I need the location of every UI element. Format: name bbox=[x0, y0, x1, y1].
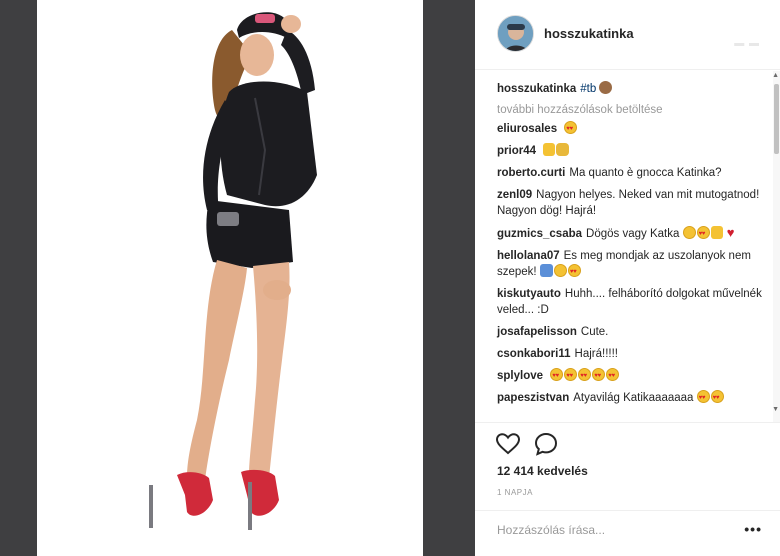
caption-username[interactable]: hosszukatinka bbox=[497, 83, 576, 95]
comment-item: splylove bbox=[497, 368, 763, 384]
comment-item: zenl09 Nagyon helyes. Neked van mit mutog… bbox=[497, 187, 763, 219]
thumbs-up-emoji-icon bbox=[710, 226, 723, 239]
comment-item: guzmics_csaba Dögös vagy Katka ♥ bbox=[497, 225, 763, 242]
comment-username[interactable]: hellolana07 bbox=[497, 250, 560, 262]
comment-username[interactable]: prior44 bbox=[497, 145, 536, 157]
post-header: hosszukatinka ▬ ▬ bbox=[475, 0, 780, 70]
comment-bubble-icon[interactable] bbox=[533, 431, 559, 457]
comment-username[interactable]: roberto.curti bbox=[497, 167, 565, 179]
more-options-button[interactable]: ••• bbox=[744, 521, 762, 537]
comment-text: Nagyon helyes. Neked van mit mutogatnod!… bbox=[497, 189, 760, 217]
red-heart-emoji-icon: ♥ bbox=[726, 225, 735, 240]
author-avatar[interactable] bbox=[497, 15, 534, 52]
comment-text: Ma quanto è gnocca Katinka? bbox=[569, 167, 722, 179]
overlay-backdrop-gap[interactable] bbox=[423, 0, 475, 556]
post-actions: 12 414 kedvelés 1 NAPJA bbox=[475, 422, 780, 510]
heart-eyes-emoji-icon bbox=[710, 390, 724, 406]
comment-item: josafapelisson Cute. bbox=[497, 324, 763, 340]
post-side-panel: hosszukatinka ▬ ▬ hosszukatinka #tb továb… bbox=[475, 0, 780, 556]
comment-username[interactable]: guzmics_csaba bbox=[497, 228, 582, 240]
add-comment-input[interactable] bbox=[497, 523, 727, 537]
heart-eyes-emoji-icon bbox=[578, 368, 592, 384]
heart-eyes-emoji-icon bbox=[564, 121, 578, 137]
comment-text: Cute. bbox=[580, 326, 609, 338]
author-username[interactable]: hosszukatinka bbox=[544, 26, 634, 41]
overlay-backdrop-left[interactable] bbox=[0, 0, 37, 556]
comment-username[interactable]: josafapelisson bbox=[497, 326, 577, 338]
avatar-image bbox=[498, 16, 533, 51]
comment-username[interactable]: splylove bbox=[497, 370, 543, 382]
wink-emoji-icon bbox=[553, 264, 567, 277]
heart-eyes-emoji-icon bbox=[606, 368, 620, 384]
comment-item: eliurosales bbox=[497, 121, 763, 137]
heart-eyes-emoji-icon bbox=[550, 368, 564, 384]
comment-username[interactable]: zenl09 bbox=[497, 189, 532, 201]
scroll-down-arrow-icon[interactable]: ▼ bbox=[772, 406, 779, 413]
monkey-emoji-icon bbox=[599, 81, 613, 94]
heart-eyes-emoji-icon bbox=[592, 368, 606, 384]
heart-icon[interactable] bbox=[495, 431, 521, 457]
photo-illustration bbox=[149, 12, 317, 530]
likes-count[interactable]: 12 414 kedvelés bbox=[497, 464, 588, 478]
header-options-hint: ▬ ▬ bbox=[734, 38, 760, 49]
comment-item: papeszistvan Atyavilág Katikaaaaaaa bbox=[497, 390, 763, 406]
scrollbar-thumb[interactable] bbox=[774, 84, 779, 154]
comment-username[interactable]: papeszistvan bbox=[497, 392, 569, 404]
thumbs-up-emoji-icon bbox=[543, 143, 556, 156]
caption: hosszukatinka #tb bbox=[497, 81, 763, 97]
comment-item: prior44 bbox=[497, 143, 763, 159]
raised-hands-emoji-icon bbox=[539, 264, 553, 277]
comment-text: Atyavilág Katikaaaaaaa bbox=[573, 392, 694, 404]
comment-username[interactable]: eliurosales bbox=[497, 123, 557, 135]
post-timestamp: 1 NAPJA bbox=[497, 488, 533, 497]
heart-eyes-emoji-icon bbox=[696, 226, 710, 242]
comment-username[interactable]: csonkabori11 bbox=[497, 348, 571, 360]
comment-text: Hajrá!!!!! bbox=[574, 348, 618, 360]
wink-emoji-icon bbox=[682, 226, 696, 239]
comment-item: roberto.curti Ma quanto è gnocca Katinka? bbox=[497, 165, 763, 181]
heart-eyes-emoji-icon bbox=[696, 390, 710, 406]
comments-list: hosszukatinka #tb további hozzászólások b… bbox=[475, 71, 775, 422]
comment-username[interactable]: kiskutyauto bbox=[497, 288, 561, 300]
clap-emoji-icon bbox=[556, 143, 570, 156]
comment-item: csonkabori11 Hajrá!!!!! bbox=[497, 346, 763, 362]
post-photo[interactable] bbox=[37, 0, 423, 556]
add-comment-bar: ••• bbox=[475, 510, 780, 556]
comment-item: kiskutyauto Huhh.... felháborító dolgokat… bbox=[497, 286, 763, 318]
load-more-comments-link[interactable]: további hozzászólások betöltése bbox=[497, 103, 763, 117]
heart-eyes-emoji-icon bbox=[564, 368, 578, 384]
comment-text: Dögös vagy Katka bbox=[586, 228, 680, 240]
heart-eyes-emoji-icon bbox=[567, 264, 581, 280]
caption-hashtag[interactable]: #tb bbox=[580, 83, 596, 95]
comment-item: hellolana07 Es meg mondjak az uszolanyok … bbox=[497, 248, 763, 280]
scroll-up-arrow-icon[interactable]: ▲ bbox=[772, 72, 779, 79]
